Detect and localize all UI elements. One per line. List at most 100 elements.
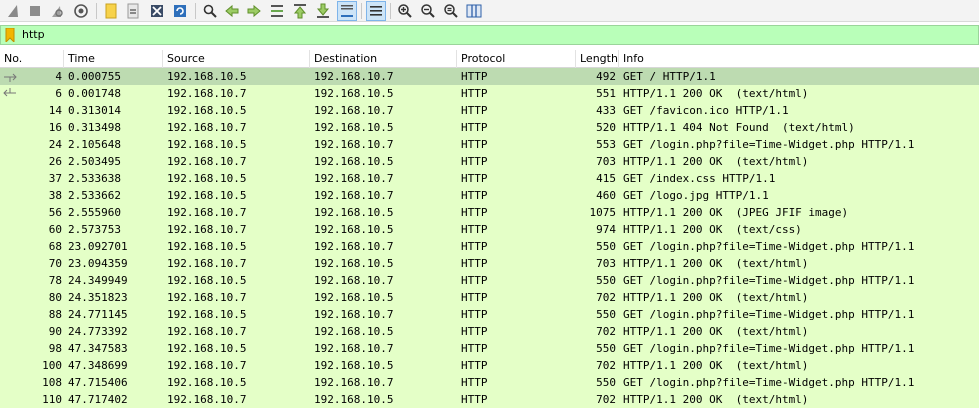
packet-row[interactable]: 110 47.717402 192.168.10.7 192.168.10.5 HTTP… <box>0 391 979 408</box>
column-header-no[interactable]: No. <box>0 50 64 68</box>
packet-time: 47.347583 <box>68 342 128 355</box>
packet-source: 192.168.10.5 <box>167 342 247 355</box>
packet-row[interactable]: 78 24.349949 192.168.10.5 192.168.10.7 HTTP 5… <box>0 272 979 289</box>
go-first-packet-icon[interactable] <box>291 2 309 20</box>
packet-protocol: HTTP <box>461 274 488 287</box>
packet-info: GET /login.php?file=Time-Widget.php HTTP… <box>623 138 915 151</box>
packet-info: GET /login.php?file=Time-Widget.php HTTP… <box>623 240 915 253</box>
column-header-time[interactable]: Time <box>64 50 163 68</box>
packet-row[interactable]: 56 2.555960 192.168.10.7 192.168.10.5 HTTP 10… <box>0 204 979 221</box>
packet-time: 23.092701 <box>68 240 128 253</box>
shark-fin-start-icon[interactable] <box>4 2 22 20</box>
packet-time: 2.533662 <box>68 189 121 202</box>
capture-options-icon[interactable] <box>72 2 90 20</box>
find-packet-icon[interactable] <box>201 2 219 20</box>
packet-time: 0.313014 <box>68 104 121 117</box>
packet-row[interactable]: 60 2.573753 192.168.10.7 192.168.10.5 HTTP 97… <box>0 221 979 238</box>
packet-protocol: HTTP <box>461 342 488 355</box>
restart-capture-icon[interactable] <box>48 2 66 20</box>
packet-protocol: HTTP <box>461 87 488 100</box>
packet-row[interactable]: 6 0.001748 192.168.10.7 192.168.10.5 HTTP 551… <box>0 85 979 102</box>
packet-protocol: HTTP <box>461 291 488 304</box>
packet-protocol: HTTP <box>461 138 488 151</box>
bookmark-icon[interactable] <box>5 27 15 44</box>
packet-length: 550 <box>596 308 616 321</box>
packet-row[interactable]: 4 0.000755 192.168.10.5 192.168.10.7 HTTP 492… <box>0 68 979 85</box>
zoom-in-icon[interactable] <box>396 2 414 20</box>
column-header-protocol[interactable]: Protocol <box>457 50 576 68</box>
packet-info: GET /index.css HTTP/1.1 <box>623 172 776 185</box>
packet-length: 520 <box>596 121 616 134</box>
packet-source: 192.168.10.7 <box>167 393 247 406</box>
packet-source: 192.168.10.5 <box>167 138 247 151</box>
packet-time: 0.001748 <box>68 87 121 100</box>
packet-row[interactable]: 16 0.313498 192.168.10.7 192.168.10.5 HTTP 52… <box>0 119 979 136</box>
toolbar-separator <box>361 3 362 19</box>
open-file-icon[interactable] <box>102 2 120 20</box>
packet-info: HTTP/1.1 200 OK (text/html) <box>623 325 809 338</box>
packet-source: 192.168.10.7 <box>167 155 247 168</box>
packet-destination: 192.168.10.7 <box>314 240 394 253</box>
column-header-source[interactable]: Source <box>163 50 310 68</box>
packet-number: 4 <box>55 70 62 83</box>
column-header-length[interactable]: Length <box>576 50 619 68</box>
packet-row[interactable]: 14 0.313014 192.168.10.5 192.168.10.7 HTTP 43… <box>0 102 979 119</box>
packet-row[interactable]: 37 2.533638 192.168.10.5 192.168.10.7 HTTP 41… <box>0 170 979 187</box>
resize-columns-icon[interactable] <box>465 2 483 20</box>
packet-row[interactable]: 26 2.503495 192.168.10.7 192.168.10.5 HTTP 70… <box>0 153 979 170</box>
packet-length: 550 <box>596 342 616 355</box>
packet-length: 551 <box>596 87 616 100</box>
packet-number: 100 <box>42 359 62 372</box>
packet-number: 70 <box>48 257 62 270</box>
stop-capture-icon[interactable] <box>26 2 44 20</box>
packet-destination: 192.168.10.5 <box>314 87 394 100</box>
close-file-icon[interactable] <box>148 2 166 20</box>
packet-row[interactable]: 24 2.105648 192.168.10.5 192.168.10.7 HTTP 55… <box>0 136 979 153</box>
display-filter-input[interactable]: http <box>22 26 45 44</box>
packet-length: 553 <box>596 138 616 151</box>
packet-number: 98 <box>48 342 62 355</box>
packet-length: 702 <box>596 325 616 338</box>
packet-row[interactable]: 98 47.347583 192.168.10.5 192.168.10.7 HTTP 5… <box>0 340 979 357</box>
packet-protocol: HTTP <box>461 206 488 219</box>
toolbar-separator <box>195 3 196 19</box>
reload-file-icon[interactable] <box>171 2 189 20</box>
packet-number: 38 <box>48 189 62 202</box>
go-back-icon[interactable] <box>223 2 241 20</box>
column-header-destination[interactable]: Destination <box>310 50 457 68</box>
packet-row[interactable]: 80 24.351823 192.168.10.7 192.168.10.5 HTTP 7… <box>0 289 979 306</box>
column-header-info[interactable]: Info <box>619 50 979 68</box>
packet-destination: 192.168.10.7 <box>314 104 394 117</box>
packet-length: 550 <box>596 376 616 389</box>
packet-protocol: HTTP <box>461 240 488 253</box>
packet-number: 14 <box>48 104 62 117</box>
packet-row[interactable]: 38 2.533662 192.168.10.5 192.168.10.7 HTTP 46… <box>0 187 979 204</box>
packet-length: 702 <box>596 393 616 406</box>
packet-time: 2.555960 <box>68 206 121 219</box>
packet-destination: 192.168.10.5 <box>314 257 394 270</box>
packet-row[interactable]: 88 24.771145 192.168.10.5 192.168.10.7 HTTP 5… <box>0 306 979 323</box>
colorize-icon[interactable] <box>366 1 386 21</box>
go-forward-icon[interactable] <box>245 2 263 20</box>
packet-row[interactable]: 100 47.348699 192.168.10.7 192.168.10.5 HTTP… <box>0 357 979 374</box>
packet-source: 192.168.10.5 <box>167 274 247 287</box>
packet-info: HTTP/1.1 200 OK (text/html) <box>623 155 809 168</box>
packet-row[interactable]: 90 24.773392 192.168.10.7 192.168.10.5 HTTP 7… <box>0 323 979 340</box>
zoom-out-icon[interactable] <box>419 2 437 20</box>
packet-info: GET /login.php?file=Time-Widget.php HTTP… <box>623 308 915 321</box>
go-to-packet-icon[interactable] <box>268 2 286 20</box>
packet-destination: 192.168.10.5 <box>314 155 394 168</box>
toolbar-separator <box>96 3 97 19</box>
packet-row[interactable]: 68 23.092701 192.168.10.5 192.168.10.7 HTTP 5… <box>0 238 979 255</box>
normal-size-icon[interactable] <box>442 2 460 20</box>
packet-number: 26 <box>48 155 62 168</box>
auto-scroll-icon[interactable] <box>337 1 357 21</box>
packet-row[interactable]: 70 23.094359 192.168.10.7 192.168.10.5 HTTP 7… <box>0 255 979 272</box>
main-toolbar <box>0 0 979 22</box>
go-last-packet-icon[interactable] <box>314 2 332 20</box>
save-file-icon[interactable] <box>124 2 142 20</box>
packet-row[interactable]: 108 47.715406 192.168.10.5 192.168.10.7 HTTP… <box>0 374 979 391</box>
packet-destination: 192.168.10.5 <box>314 325 394 338</box>
packet-protocol: HTTP <box>461 104 488 117</box>
packet-source: 192.168.10.7 <box>167 87 247 100</box>
